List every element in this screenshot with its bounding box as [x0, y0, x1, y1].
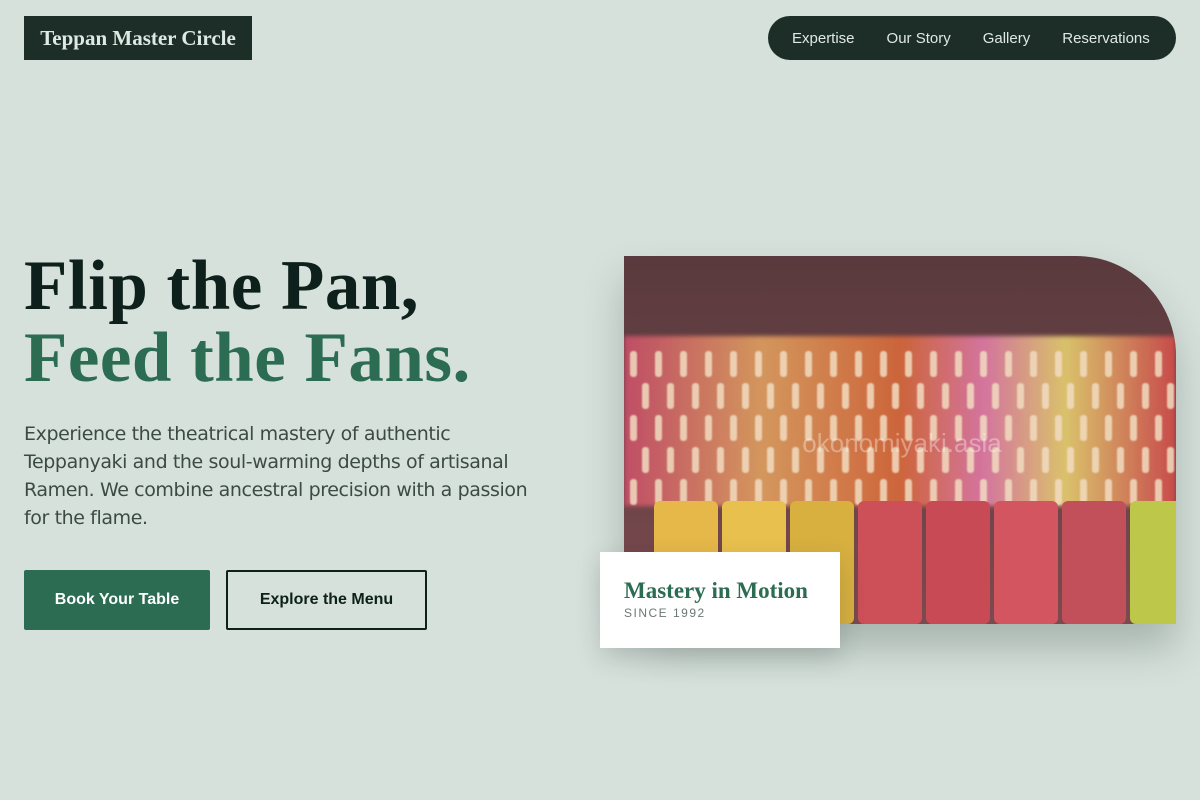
caption-title: Mastery in Motion — [624, 578, 808, 603]
popsicle-stick — [1130, 351, 1137, 377]
popsicle-stick — [1142, 383, 1149, 409]
popsicle-stick — [892, 383, 899, 409]
headline-line-2: Feed the Fans. — [24, 319, 471, 397]
popsicle-stick — [942, 383, 949, 409]
popsicle-stick — [630, 351, 637, 377]
nav-link-expertise[interactable]: Expertise — [792, 30, 855, 47]
popsicle-stick — [717, 447, 724, 473]
popsicle-stick — [680, 351, 687, 377]
popsicle-stick — [1142, 447, 1149, 473]
popsicle-stick — [1092, 447, 1099, 473]
popsicle-stick — [1155, 351, 1162, 377]
popsicle-stick — [805, 351, 812, 377]
popsicle-stick — [780, 415, 787, 441]
popsicle-stick — [667, 383, 674, 409]
popsicle-stick — [742, 447, 749, 473]
popsicle-stick — [692, 447, 699, 473]
hero-description: Experience the theatrical mastery of aut… — [24, 423, 528, 529]
popsicle-bar — [1130, 501, 1176, 624]
popsicle-stick — [917, 383, 924, 409]
popsicle-stick — [730, 351, 737, 377]
popsicle-stick — [867, 383, 874, 409]
popsicle-stick — [1030, 415, 1037, 441]
hero-headline: Flip the Pan, Feed the Fans. — [24, 250, 471, 394]
popsicle-stick — [792, 383, 799, 409]
popsicle-stick — [1017, 383, 1024, 409]
popsicle-stick — [1055, 415, 1062, 441]
popsicle-stick — [1167, 383, 1174, 409]
popsicle-stick — [1005, 415, 1012, 441]
popsicle-stick — [980, 351, 987, 377]
popsicle-stick — [780, 351, 787, 377]
headline-line-1: Flip the Pan, — [24, 247, 420, 325]
popsicle-stick — [1030, 351, 1037, 377]
popsicle-stick — [1067, 447, 1074, 473]
popsicle-stick — [1105, 351, 1112, 377]
explore-menu-button[interactable]: Explore the Menu — [226, 570, 427, 630]
popsicle-stick — [692, 383, 699, 409]
popsicle-stick — [730, 415, 737, 441]
popsicle-stick — [817, 383, 824, 409]
popsicle-stick — [1105, 415, 1112, 441]
popsicle-stick — [930, 351, 937, 377]
popsicle-bar — [1062, 501, 1126, 624]
popsicle-stick — [742, 383, 749, 409]
brand-logo[interactable]: Teppan Master Circle — [24, 16, 252, 60]
popsicle-stick — [1067, 383, 1074, 409]
popsicle-stick — [967, 383, 974, 409]
popsicle-stick — [767, 383, 774, 409]
popsicle-stick — [642, 383, 649, 409]
popsicle-stick — [717, 383, 724, 409]
popsicle-bar — [994, 501, 1058, 624]
popsicle-stick — [655, 415, 662, 441]
popsicle-stick — [1080, 415, 1087, 441]
nav-link-our-story[interactable]: Our Story — [887, 30, 951, 47]
caption-card: Mastery in Motion SINCE 1992 — [600, 552, 840, 648]
popsicle-stick — [642, 447, 649, 473]
popsicle-stick — [1092, 383, 1099, 409]
popsicle-stick — [1005, 351, 1012, 377]
image-watermark: okonomiyaki.asia — [802, 428, 1002, 458]
popsicle-stick — [905, 351, 912, 377]
popsicle-stick — [855, 351, 862, 377]
popsicle-stick — [1080, 351, 1087, 377]
nav-link-reservations[interactable]: Reservations — [1062, 30, 1150, 47]
popsicle-bar — [858, 501, 922, 624]
popsicle-stick — [667, 447, 674, 473]
popsicle-stick — [992, 383, 999, 409]
popsicle-stick — [767, 447, 774, 473]
popsicle-stick — [630, 415, 637, 441]
popsicle-stick — [880, 351, 887, 377]
popsicle-stick — [1155, 415, 1162, 441]
nav-link-gallery[interactable]: Gallery — [983, 30, 1031, 47]
popsicle-stick — [680, 415, 687, 441]
popsicle-stick — [755, 351, 762, 377]
popsicle-stick — [1055, 351, 1062, 377]
popsicle-stick — [792, 447, 799, 473]
popsicle-stick — [1117, 383, 1124, 409]
popsicle-stick — [1167, 447, 1174, 473]
popsicle-stick — [1055, 479, 1062, 505]
popsicle-stick — [842, 383, 849, 409]
popsicle-stick — [1042, 447, 1049, 473]
popsicle-stick — [705, 415, 712, 441]
popsicle-stick — [1017, 447, 1024, 473]
popsicle-stick — [655, 351, 662, 377]
popsicle-stick — [755, 415, 762, 441]
popsicle-stick — [1117, 447, 1124, 473]
popsicle-stick — [830, 351, 837, 377]
popsicle-stick — [955, 351, 962, 377]
popsicle-stick — [1130, 415, 1137, 441]
main-nav: Expertise Our Story Gallery Reservations — [768, 16, 1176, 60]
popsicle-stick — [1042, 383, 1049, 409]
popsicle-stick — [630, 479, 637, 505]
caption-subtitle: SINCE 1992 — [624, 606, 706, 620]
popsicle-stick — [705, 351, 712, 377]
book-table-button[interactable]: Book Your Table — [24, 570, 210, 630]
popsicle-bar — [926, 501, 990, 624]
popsicle-stick — [855, 479, 862, 505]
